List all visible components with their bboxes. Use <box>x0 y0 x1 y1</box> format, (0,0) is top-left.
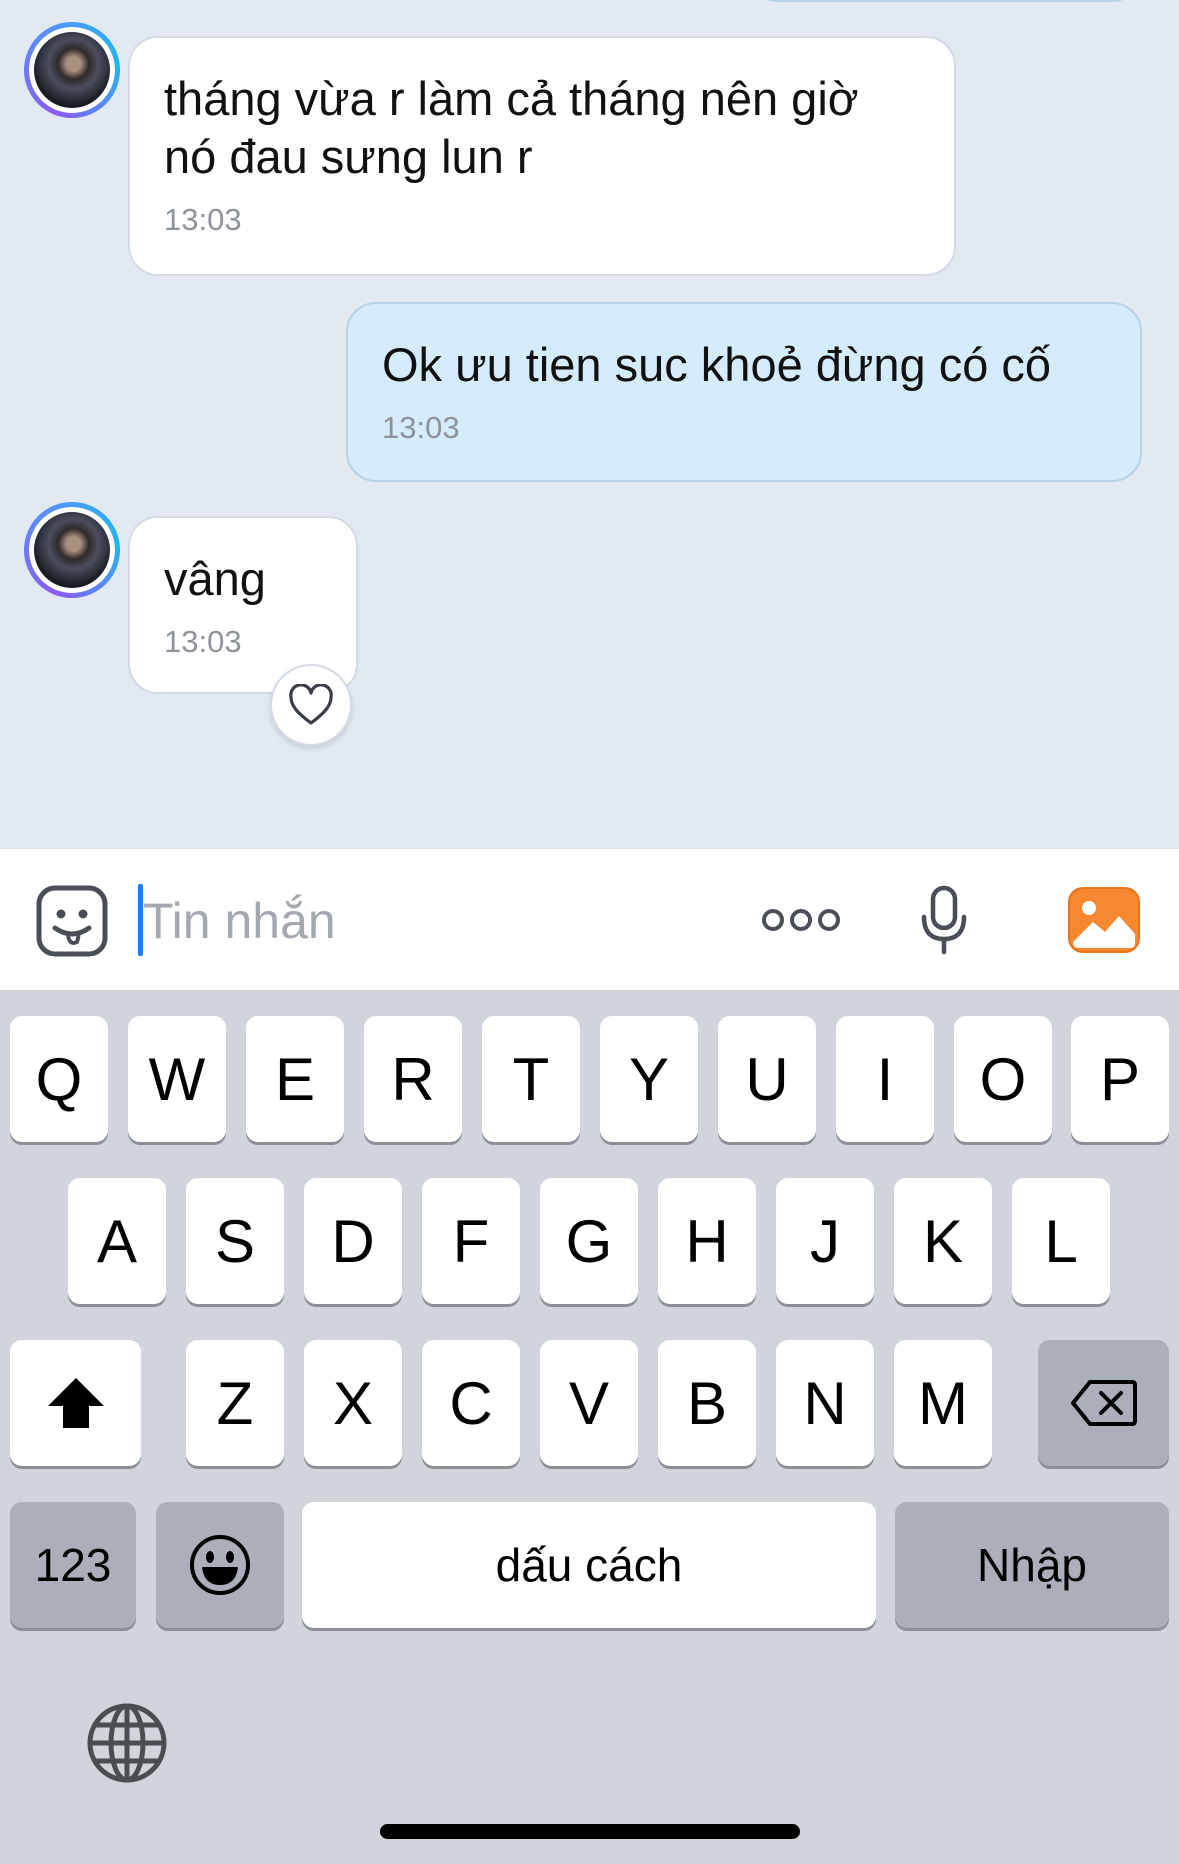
key-p[interactable]: P <box>1071 1016 1169 1142</box>
key-c[interactable]: C <box>422 1340 520 1466</box>
key-y[interactable]: Y <box>600 1016 698 1142</box>
space-key[interactable]: dấu cách <box>302 1502 876 1628</box>
message-bubble-incoming[interactable]: tháng vừa r làm cả tháng nên giờ nó đau … <box>128 36 956 276</box>
chat-thread[interactable]: tháng vừa r làm cả tháng nên giờ nó đau … <box>0 0 1179 848</box>
return-key[interactable]: Nhập <box>895 1502 1169 1628</box>
shift-key[interactable] <box>10 1340 141 1466</box>
voice-record-button[interactable] <box>912 875 976 965</box>
shift-icon <box>47 1378 104 1428</box>
backspace-icon <box>1070 1380 1137 1426</box>
key-q[interactable]: Q <box>10 1016 108 1142</box>
key-l[interactable]: L <box>1012 1178 1110 1304</box>
message-text: vâng <box>164 552 266 605</box>
avatar-photo <box>34 32 110 108</box>
key-v[interactable]: V <box>540 1340 638 1466</box>
message-time: 13:03 <box>164 202 242 237</box>
key-i[interactable]: I <box>836 1016 934 1142</box>
key-z[interactable]: Z <box>186 1340 284 1466</box>
more-options-button[interactable] <box>756 893 846 947</box>
avatar-photo <box>34 512 110 588</box>
key-k[interactable]: K <box>894 1178 992 1304</box>
key-s[interactable]: S <box>186 1178 284 1304</box>
home-indicator <box>380 1824 800 1839</box>
more-icon <box>762 909 840 931</box>
message-time: 13:03 <box>382 410 460 445</box>
key-w[interactable]: W <box>128 1016 226 1142</box>
key-b[interactable]: B <box>658 1340 756 1466</box>
key-a[interactable]: A <box>68 1178 166 1304</box>
message-text: Ok ưu tien suc khoẻ đừng có cố <box>382 338 1052 391</box>
key-f[interactable]: F <box>422 1178 520 1304</box>
key-m[interactable]: M <box>894 1340 992 1466</box>
system-keyboard: Q W E R T Y U I O P A S D F G H J K L Z … <box>0 990 1179 1864</box>
key-x[interactable]: X <box>304 1340 402 1466</box>
emoji-icon <box>190 1535 250 1595</box>
key-u[interactable]: U <box>718 1016 816 1142</box>
key-g[interactable]: G <box>540 1178 638 1304</box>
key-j[interactable]: J <box>776 1178 874 1304</box>
numbers-key[interactable]: 123 <box>10 1502 136 1628</box>
key-e[interactable]: E <box>246 1016 344 1142</box>
backspace-key[interactable] <box>1038 1340 1169 1466</box>
globe-icon <box>87 1703 167 1783</box>
image-icon <box>1068 887 1140 953</box>
heart-icon <box>289 684 333 725</box>
microphone-icon <box>921 885 967 955</box>
message-input[interactable] <box>143 879 703 963</box>
react-heart-button[interactable] <box>270 664 352 746</box>
language-switch-button[interactable] <box>84 1700 170 1786</box>
key-n[interactable]: N <box>776 1340 874 1466</box>
sticker-icon <box>36 885 108 957</box>
key-h[interactable]: H <box>658 1178 756 1304</box>
key-t[interactable]: T <box>482 1016 580 1142</box>
sticker-button[interactable] <box>32 881 112 961</box>
contact-avatar[interactable] <box>24 502 120 598</box>
message-time: 13:03 <box>164 624 242 659</box>
previous-message-bubble[interactable] <box>755 0 1135 2</box>
contact-avatar[interactable] <box>24 22 120 118</box>
emoji-key[interactable] <box>156 1502 284 1628</box>
key-o[interactable]: O <box>954 1016 1052 1142</box>
photo-picker-button[interactable] <box>1066 885 1142 955</box>
message-input-bar <box>0 848 1179 990</box>
key-d[interactable]: D <box>304 1178 402 1304</box>
message-text: tháng vừa r làm cả tháng nên giờ nó đau … <box>164 72 859 183</box>
message-bubble-outgoing[interactable]: Ok ưu tien suc khoẻ đừng có cố 13:03 <box>346 302 1142 482</box>
key-r[interactable]: R <box>364 1016 462 1142</box>
